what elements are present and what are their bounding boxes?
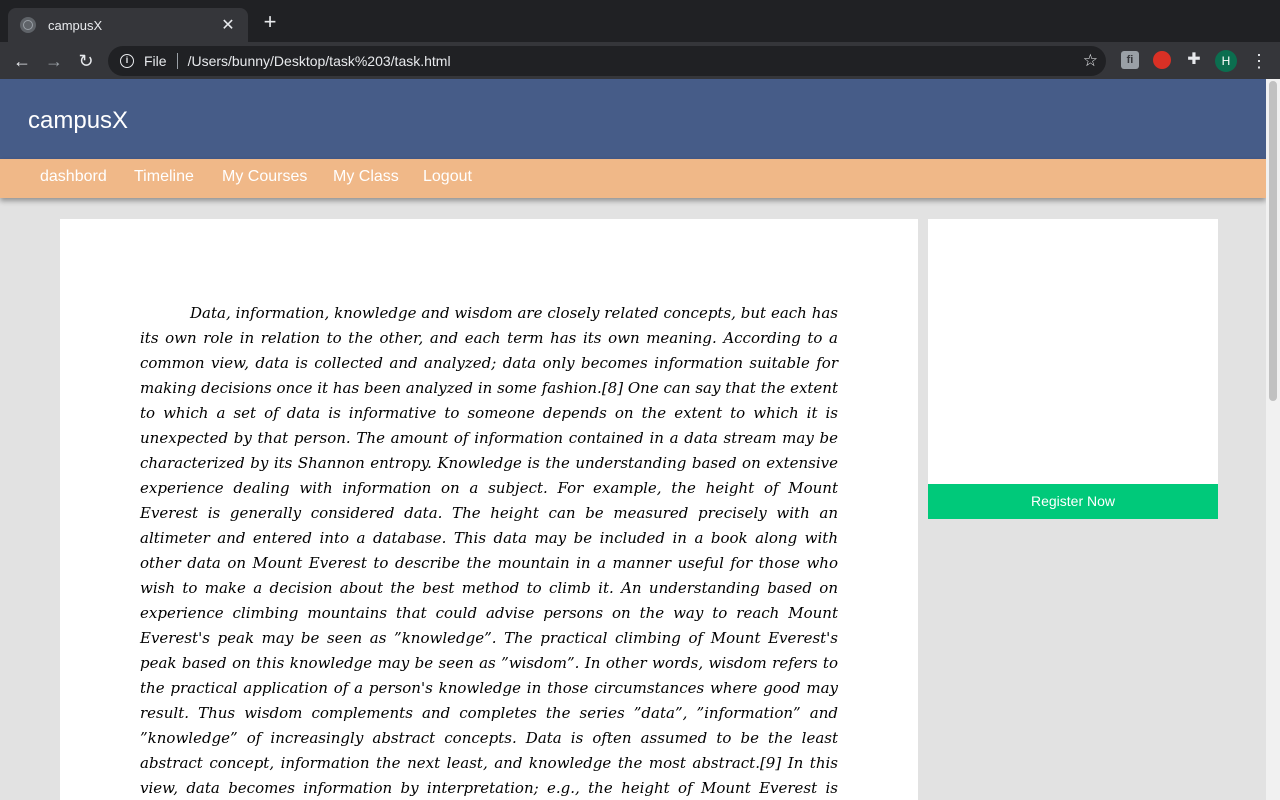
forward-button[interactable]: →: [41, 48, 67, 74]
brand-logo[interactable]: campusX: [28, 107, 128, 135]
url-scheme: File: [144, 53, 167, 69]
nav-my-courses[interactable]: My Courses: [222, 168, 307, 186]
scrollbar-thumb[interactable]: [1269, 81, 1277, 401]
tab-title: campusX: [48, 17, 103, 33]
main-content: Data, information, knowledge and wisdom …: [60, 219, 918, 800]
bookmark-star-icon[interactable]: ☆: [1083, 51, 1098, 71]
divider: [176, 53, 178, 69]
globe-icon: [20, 17, 36, 33]
site-nav: dashbord Timeline My Courses My Class Lo…: [0, 159, 1266, 198]
sidebar-panel: [928, 219, 1218, 484]
url-text[interactable]: /Users/bunny/Desktop/task%203/task.html: [188, 53, 451, 69]
page-scrollbar[interactable]: [1266, 79, 1280, 800]
back-button[interactable]: ←: [9, 48, 35, 74]
puzzle-icon[interactable]: ✚: [1185, 51, 1203, 69]
browser-tab[interactable]: campusX ✕: [8, 8, 248, 42]
register-now-button[interactable]: Register Now: [928, 484, 1218, 519]
nav-dashboard[interactable]: dashbord: [40, 168, 107, 186]
nav-timeline[interactable]: Timeline: [134, 168, 194, 186]
browser-toolbar: ← → ↻ i File /Users/bunny/Desktop/task%2…: [0, 42, 1280, 79]
info-icon[interactable]: i: [120, 54, 134, 68]
page-viewport: campusX dashbord Timeline My Courses My …: [0, 79, 1266, 800]
close-tab-icon[interactable]: ✕: [220, 15, 236, 35]
article-text: Data, information, knowledge and wisdom …: [140, 304, 838, 797]
site-header: campusX: [0, 79, 1266, 159]
nav-my-class[interactable]: My Class: [333, 168, 399, 186]
nav-logout[interactable]: Logout: [423, 168, 472, 186]
profile-avatar[interactable]: H: [1215, 50, 1237, 72]
new-tab-button[interactable]: +: [258, 10, 282, 34]
browser-menu-icon[interactable]: ⋮: [1250, 49, 1268, 73]
extension-icon[interactable]: fi: [1121, 51, 1139, 69]
address-bar[interactable]: i File /Users/bunny/Desktop/task%203/tas…: [108, 46, 1106, 76]
reload-button[interactable]: ↻: [73, 48, 99, 74]
browser-tab-strip: campusX ✕ +: [0, 0, 1280, 42]
adblock-extension-icon[interactable]: [1153, 51, 1171, 69]
